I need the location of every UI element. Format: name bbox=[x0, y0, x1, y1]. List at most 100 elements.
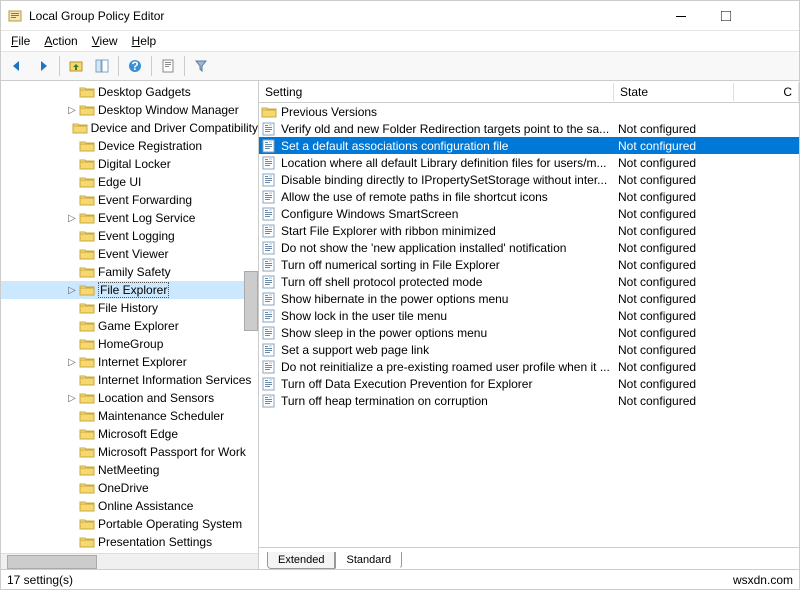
help-button[interactable]: ? bbox=[123, 54, 147, 78]
folder-icon bbox=[79, 517, 95, 531]
tree-scrollbar-vertical[interactable] bbox=[244, 271, 258, 331]
tree-item[interactable]: Family Safety bbox=[1, 263, 258, 281]
folder-icon bbox=[79, 319, 95, 333]
column-comment[interactable]: C bbox=[734, 83, 799, 101]
tree-item[interactable]: Device and Driver Compatibility bbox=[1, 119, 258, 137]
setting-row[interactable]: Previous Versions bbox=[259, 103, 799, 120]
tree-item-label: Microsoft Edge bbox=[98, 427, 178, 441]
menu-help[interactable]: Help bbox=[126, 32, 163, 50]
tree-item-label: Digital Locker bbox=[98, 157, 171, 171]
tree-item[interactable]: Maintenance Scheduler bbox=[1, 407, 258, 425]
tree-item[interactable]: ▷Desktop Window Manager bbox=[1, 101, 258, 119]
setting-row[interactable]: Turn off numerical sorting in File Explo… bbox=[259, 256, 799, 273]
expand-toggle[interactable]: ▷ bbox=[65, 105, 79, 116]
setting-name: Set a default associations configuration… bbox=[281, 139, 508, 153]
minimize-button[interactable] bbox=[658, 2, 703, 30]
tree-item[interactable]: Edge UI bbox=[1, 173, 258, 191]
tree-item[interactable]: Digital Locker bbox=[1, 155, 258, 173]
expand-toggle[interactable]: ▷ bbox=[65, 393, 79, 404]
tree-item[interactable]: Desktop Gadgets bbox=[1, 83, 258, 101]
show-hide-tree-button[interactable] bbox=[90, 54, 114, 78]
setting-row[interactable]: Turn off heap termination on corruptionN… bbox=[259, 392, 799, 409]
folder-icon bbox=[79, 373, 95, 387]
policy-icon bbox=[261, 326, 277, 340]
folder-icon bbox=[79, 193, 95, 207]
setting-row[interactable]: Do not show the 'new application install… bbox=[259, 239, 799, 256]
filter-button[interactable] bbox=[189, 54, 213, 78]
tree-item[interactable]: Internet Information Services bbox=[1, 371, 258, 389]
expand-toggle[interactable]: ▷ bbox=[65, 285, 79, 296]
setting-row[interactable]: Allow the use of remote paths in file sh… bbox=[259, 188, 799, 205]
tab-extended[interactable]: Extended bbox=[267, 552, 335, 569]
forward-button[interactable] bbox=[31, 54, 55, 78]
tree-item[interactable]: Portable Operating System bbox=[1, 515, 258, 533]
setting-row[interactable]: Set a default associations configuration… bbox=[259, 137, 799, 154]
tree-item[interactable]: Event Logging bbox=[1, 227, 258, 245]
setting-row[interactable]: Verify old and new Folder Redirection ta… bbox=[259, 120, 799, 137]
menu-file[interactable]: File bbox=[5, 32, 36, 50]
tree-item[interactable]: Event Viewer bbox=[1, 245, 258, 263]
tree-item[interactable]: ▷Location and Sensors bbox=[1, 389, 258, 407]
tree-item-label: Online Assistance bbox=[98, 499, 193, 513]
folder-icon bbox=[79, 85, 95, 99]
tree-item[interactable]: Microsoft Passport for Work bbox=[1, 443, 258, 461]
tree-item[interactable]: Presentation Settings bbox=[1, 533, 258, 551]
setting-row[interactable]: Show lock in the user tile menuNot confi… bbox=[259, 307, 799, 324]
column-setting[interactable]: Setting bbox=[259, 83, 614, 101]
expand-toggle[interactable]: ▷ bbox=[65, 357, 79, 368]
folder-icon bbox=[79, 499, 95, 513]
tab-standard[interactable]: Standard bbox=[335, 552, 402, 569]
close-button[interactable] bbox=[748, 2, 793, 30]
setting-row[interactable]: Do not reinitialize a pre-existing roame… bbox=[259, 358, 799, 375]
tree-item-label: Family Safety bbox=[98, 265, 171, 279]
setting-row[interactable]: Show sleep in the power options menuNot … bbox=[259, 324, 799, 341]
tree-pane: Desktop Gadgets▷Desktop Window ManagerDe… bbox=[1, 81, 259, 569]
tree-item[interactable]: Online Assistance bbox=[1, 497, 258, 515]
setting-name: Turn off numerical sorting in File Explo… bbox=[281, 258, 500, 272]
tree-item[interactable]: Event Forwarding bbox=[1, 191, 258, 209]
policy-icon bbox=[261, 207, 277, 221]
scrollbar-thumb[interactable] bbox=[7, 555, 97, 569]
tree-item[interactable]: ▷ File Explorer bbox=[1, 281, 258, 299]
tree-item-label: Presentation Settings bbox=[98, 535, 212, 549]
setting-row[interactable]: Disable binding directly to IPropertySet… bbox=[259, 171, 799, 188]
tree-item[interactable]: HomeGroup bbox=[1, 335, 258, 353]
back-button[interactable] bbox=[5, 54, 29, 78]
expand-toggle[interactable]: ▷ bbox=[65, 213, 79, 224]
setting-row[interactable]: Location where all default Library defin… bbox=[259, 154, 799, 171]
tree-item[interactable]: ▷Internet Explorer bbox=[1, 353, 258, 371]
up-button[interactable] bbox=[64, 54, 88, 78]
tree-scrollbar-horizontal[interactable] bbox=[1, 553, 258, 569]
tree-item[interactable]: Game Explorer bbox=[1, 317, 258, 335]
setting-name: Show sleep in the power options menu bbox=[281, 326, 487, 340]
setting-name: Location where all default Library defin… bbox=[281, 156, 607, 170]
details-pane: Setting State C Previous VersionsVerify … bbox=[259, 81, 799, 569]
setting-state: Not configured bbox=[614, 139, 799, 153]
tree-item[interactable]: File History bbox=[1, 299, 258, 317]
tree-item-label: Event Log Service bbox=[98, 211, 195, 225]
setting-row[interactable]: Start File Explorer with ribbon minimize… bbox=[259, 222, 799, 239]
tree-item[interactable]: Device Registration bbox=[1, 137, 258, 155]
setting-row[interactable]: Turn off Data Execution Prevention for E… bbox=[259, 375, 799, 392]
maximize-button[interactable] bbox=[703, 2, 748, 30]
status-right: wsxdn.com bbox=[733, 573, 793, 587]
app-icon bbox=[7, 8, 23, 24]
tree-item[interactable]: Microsoft Edge bbox=[1, 425, 258, 443]
toolbar-separator bbox=[184, 56, 185, 76]
menu-view[interactable]: View bbox=[86, 32, 124, 50]
setting-row[interactable]: Show hibernate in the power options menu… bbox=[259, 290, 799, 307]
menu-action[interactable]: Action bbox=[38, 32, 83, 50]
tree-item-label: File History bbox=[98, 301, 158, 315]
column-state[interactable]: State bbox=[614, 83, 734, 101]
tree-item-label: HomeGroup bbox=[98, 337, 163, 351]
tree-item[interactable]: OneDrive bbox=[1, 479, 258, 497]
setting-row[interactable]: Configure Windows SmartScreenNot configu… bbox=[259, 205, 799, 222]
tree-item-label: File Explorer bbox=[98, 282, 169, 298]
folder-icon bbox=[79, 229, 95, 243]
tree-item[interactable]: ▷ Event Log Service bbox=[1, 209, 258, 227]
properties-button[interactable] bbox=[156, 54, 180, 78]
setting-row[interactable]: Set a support web page linkNot configure… bbox=[259, 341, 799, 358]
toolbar-separator bbox=[118, 56, 119, 76]
setting-row[interactable]: Turn off shell protocol protected modeNo… bbox=[259, 273, 799, 290]
tree-item[interactable]: NetMeeting bbox=[1, 461, 258, 479]
